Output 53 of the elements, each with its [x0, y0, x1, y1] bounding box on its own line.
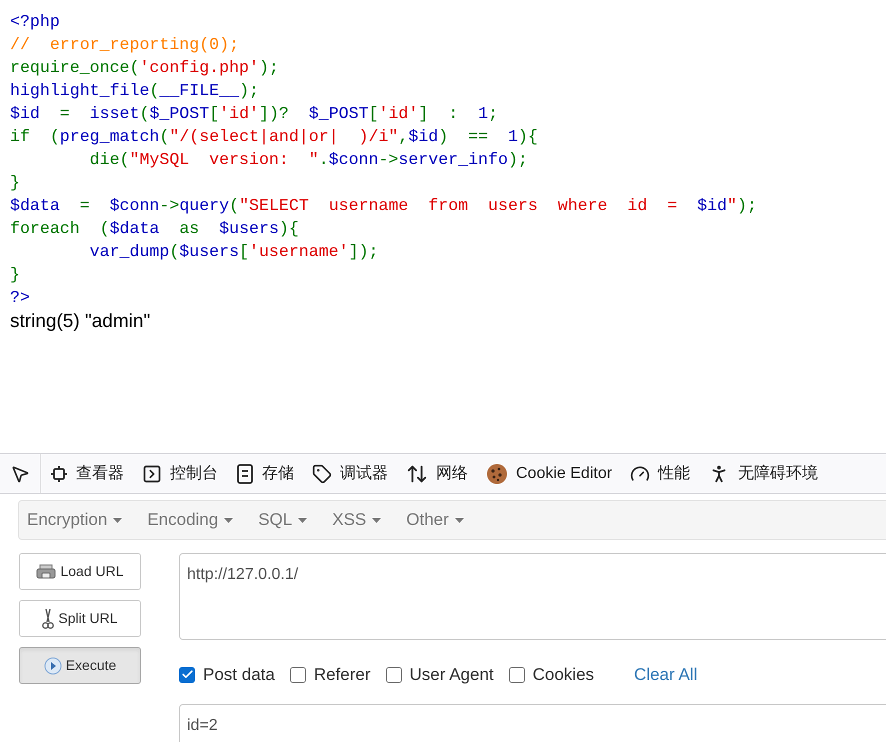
inspector-icon — [50, 464, 68, 482]
storage-icon — [236, 464, 254, 484]
caret-icon — [298, 518, 308, 522]
hackbar-button[interactable]: Load URL — [19, 553, 141, 590]
menu-dropdown[interactable]: XSS — [332, 507, 382, 533]
option-checkbox[interactable]: Cookies — [508, 662, 594, 688]
post-data-field[interactable]: id=2 — [179, 704, 886, 742]
devtools-tab[interactable]: 网络 — [397, 454, 477, 493]
url-field[interactable]: http://127.0.0.1/ — [179, 553, 886, 640]
option-checkbox[interactable]: User Agent — [386, 662, 494, 688]
devtools-tab[interactable]: 查看器 — [41, 454, 133, 493]
code-line: } — [10, 264, 20, 286]
network-icon — [406, 462, 428, 484]
option-checkbox[interactable]: Referer — [290, 662, 371, 688]
code-line: die("MySQL version: ".$conn->server_info); — [88, 149, 528, 171]
code-line: if (preg_match("/(select|and|or| )/i",$id) == 1){ — [10, 126, 538, 148]
caret-icon — [113, 518, 122, 522]
clear-all-link[interactable]: Clear All — [634, 662, 698, 688]
code-line: } — [10, 172, 20, 194]
scissors-icon — [42, 608, 54, 630]
code-line: <?php — [10, 11, 60, 33]
caret-icon — [454, 518, 464, 522]
code-line: $id = isset($_POST['id'])? $_POST['id'] : 1; — [10, 103, 498, 125]
caret-icon — [372, 518, 382, 522]
menu-dropdown[interactable]: Encryption — [27, 507, 122, 533]
code-line: foreach ($data as $users){ — [10, 218, 299, 240]
code-line: highlight_file(__FILE__); — [10, 80, 259, 102]
hackbar-button[interactable]: Split URL — [19, 600, 141, 637]
devtools-tab[interactable]: 无障碍环境 — [699, 454, 828, 493]
output-text: string(5) "admin" — [9, 310, 150, 334]
menu-dropdown[interactable]: Other — [406, 507, 464, 533]
printer-icon — [36, 564, 56, 580]
play-icon — [44, 656, 62, 674]
devtools-tab[interactable]: 性能 — [621, 454, 700, 493]
gauge-icon — [630, 464, 650, 484]
code-line: // error_reporting(0); — [10, 34, 240, 56]
hackbar-button[interactable]: Execute — [19, 647, 141, 684]
caret-icon — [224, 518, 234, 522]
console-icon — [142, 464, 162, 484]
devtools-tab[interactable]: Cookie Editor — [477, 454, 622, 493]
devtools-tab[interactable]: 控制台 — [133, 454, 227, 493]
code-line: $data = $conn->query("SELECT username from users where id = $id"); — [10, 195, 757, 217]
devtools-tab[interactable]: 存储 — [227, 454, 303, 493]
option-checkbox[interactable]: Post data — [179, 662, 275, 688]
code-line: var_dump($users['username']); — [88, 241, 378, 263]
code-line: ?> — [10, 287, 30, 309]
devtools-tab[interactable]: 调试器 — [303, 454, 397, 493]
element-picker-icon[interactable] — [10, 464, 30, 484]
menu-dropdown[interactable]: SQL — [258, 507, 308, 533]
cookie-icon — [486, 462, 508, 484]
code-line: require_once('config.php'); — [10, 57, 279, 79]
tag-icon — [312, 464, 332, 484]
menu-dropdown[interactable]: Encoding — [147, 507, 234, 533]
